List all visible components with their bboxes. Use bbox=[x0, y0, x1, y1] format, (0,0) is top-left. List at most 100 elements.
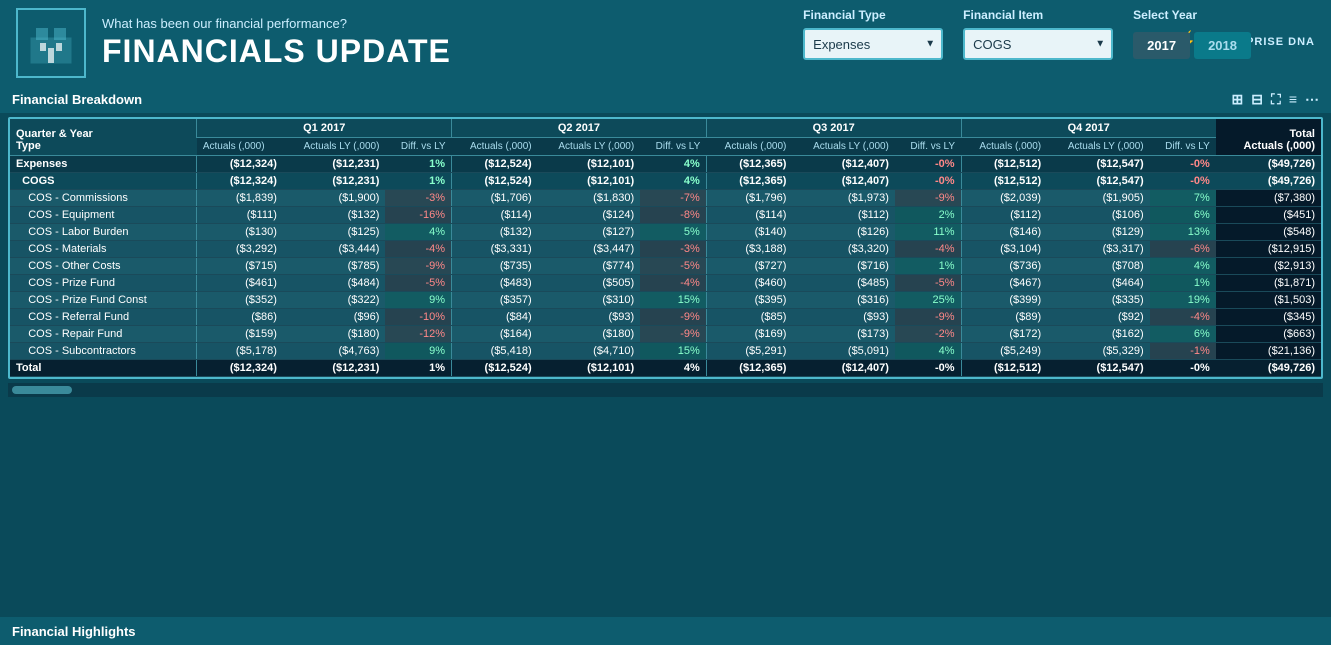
financial-breakdown-bar: Financial Breakdown ⊞ ⊟ ⛶ ≡ ⋯ bbox=[0, 85, 1331, 113]
q2-actuals-header: Actuals (,000) bbox=[452, 138, 538, 156]
table-row: Expenses($12,324)($12,231)1%($12,524)($1… bbox=[10, 156, 1321, 173]
q1-actuals-ly: ($3,444) bbox=[283, 241, 386, 258]
q1-diff: -5% bbox=[385, 275, 451, 292]
financial-item-label: Financial Item bbox=[963, 8, 1113, 22]
row-total: ($12,915) bbox=[1216, 241, 1321, 258]
q3-actuals: ($12,365) bbox=[706, 173, 792, 190]
q4-actuals-ly: ($12,547) bbox=[1047, 173, 1150, 190]
q3-actuals-ly: ($316) bbox=[792, 292, 895, 309]
q2-actuals: ($132) bbox=[452, 224, 538, 241]
year-2017-button[interactable]: 2017 bbox=[1133, 32, 1190, 59]
financial-item-select[interactable]: COGS bbox=[963, 28, 1113, 60]
year-select-group: Select Year 2017 2018 bbox=[1133, 8, 1251, 59]
q2-header: Q2 2017 bbox=[452, 119, 707, 138]
q1-actuals: ($86) bbox=[197, 309, 283, 326]
q3-actuals-ly: ($112) bbox=[792, 207, 895, 224]
q4-diff: -1% bbox=[1150, 343, 1216, 360]
expand-icon[interactable]: ⛶ bbox=[1271, 91, 1281, 108]
q1-actuals: ($715) bbox=[197, 258, 283, 275]
q1-diff: 1% bbox=[385, 360, 451, 377]
q2-actuals: ($12,524) bbox=[452, 360, 538, 377]
q4-actuals: ($736) bbox=[961, 258, 1047, 275]
row-label: COS - Commissions bbox=[10, 190, 197, 207]
row-total: ($2,913) bbox=[1216, 258, 1321, 275]
row-total: ($49,726) bbox=[1216, 360, 1321, 377]
q1-diff: -9% bbox=[385, 258, 451, 275]
q2-actuals: ($5,418) bbox=[452, 343, 538, 360]
financial-type-wrapper[interactable]: Expenses bbox=[803, 28, 943, 60]
scrollbar-area[interactable] bbox=[8, 383, 1323, 397]
q3-diff: -0% bbox=[895, 173, 961, 190]
scrollbar-track[interactable] bbox=[12, 386, 1319, 394]
q3-actuals-ly: ($12,407) bbox=[792, 173, 895, 190]
q1-diff: -3% bbox=[385, 190, 451, 207]
q1-actuals: ($111) bbox=[197, 207, 283, 224]
row-total: ($663) bbox=[1216, 326, 1321, 343]
q4-actuals: ($12,512) bbox=[961, 156, 1047, 173]
row-label: COS - Materials bbox=[10, 241, 197, 258]
q2-diff: 4% bbox=[640, 360, 706, 377]
q3-diff: -5% bbox=[895, 275, 961, 292]
q2-diff: -9% bbox=[640, 309, 706, 326]
q3-diff: 2% bbox=[895, 207, 961, 224]
financial-breakdown-title: Financial Breakdown bbox=[12, 92, 142, 107]
q4-diff: 4% bbox=[1150, 258, 1216, 275]
dots-icon[interactable]: ⋯ bbox=[1305, 91, 1319, 108]
q3-actuals-ly: ($5,091) bbox=[792, 343, 895, 360]
financial-item-group: Financial Item COGS bbox=[963, 8, 1113, 60]
q2-diff: -3% bbox=[640, 241, 706, 258]
q2-diff: 15% bbox=[640, 292, 706, 309]
menu-icon[interactable]: ≡ bbox=[1289, 91, 1297, 107]
q3-diff-header: Diff. vs LY bbox=[895, 138, 961, 156]
q4-diff: 6% bbox=[1150, 326, 1216, 343]
row-label: Total bbox=[10, 360, 197, 377]
q4-actuals: ($89) bbox=[961, 309, 1047, 326]
q3-actuals-ly: ($93) bbox=[792, 309, 895, 326]
year-2018-button[interactable]: 2018 bbox=[1194, 32, 1251, 59]
q3-actuals-ly: ($1,973) bbox=[792, 190, 895, 207]
q3-actuals-ly: ($173) bbox=[792, 326, 895, 343]
q1-actuals: ($12,324) bbox=[197, 360, 283, 377]
q4-diff: 13% bbox=[1150, 224, 1216, 241]
q1-diff: -12% bbox=[385, 326, 451, 343]
scrollbar-thumb[interactable] bbox=[12, 386, 72, 394]
q3-actuals-ly: ($485) bbox=[792, 275, 895, 292]
logo-box bbox=[16, 8, 86, 78]
q2-actuals-ly: ($4,710) bbox=[538, 343, 641, 360]
financial-table: Quarter & YearType Q1 2017 Q2 2017 Q3 20… bbox=[10, 119, 1321, 377]
zoom-in-icon[interactable]: ⊞ bbox=[1232, 91, 1244, 108]
q2-actuals-ly: ($127) bbox=[538, 224, 641, 241]
q1-actuals-ly: ($125) bbox=[283, 224, 386, 241]
q1-actuals: ($12,324) bbox=[197, 156, 283, 173]
q3-actuals-ly-header: Actuals LY (,000) bbox=[792, 138, 895, 156]
q3-actuals: ($727) bbox=[706, 258, 792, 275]
bar-icons: ⊞ ⊟ ⛶ ≡ ⋯ bbox=[1232, 91, 1319, 108]
financial-type-select[interactable]: Expenses bbox=[803, 28, 943, 60]
q3-actuals: ($85) bbox=[706, 309, 792, 326]
q2-actuals-ly: ($1,830) bbox=[538, 190, 641, 207]
zoom-out-icon[interactable]: ⊟ bbox=[1251, 91, 1263, 108]
table-row: COS - Equipment($111)($132)-16%($114)($1… bbox=[10, 207, 1321, 224]
table-row: COS - Prize Fund($461)($484)-5%($483)($5… bbox=[10, 275, 1321, 292]
table-row: COS - Repair Fund($159)($180)-12%($164)(… bbox=[10, 326, 1321, 343]
q4-diff: -0% bbox=[1150, 173, 1216, 190]
row-label: COS - Subcontractors bbox=[10, 343, 197, 360]
q4-actuals-ly: ($708) bbox=[1047, 258, 1150, 275]
table-body: Expenses($12,324)($12,231)1%($12,524)($1… bbox=[10, 156, 1321, 377]
q4-actuals-ly: ($129) bbox=[1047, 224, 1150, 241]
q1-diff: 1% bbox=[385, 173, 451, 190]
q1-diff-header: Diff. vs LY bbox=[385, 138, 451, 156]
q1-actuals-ly: ($180) bbox=[283, 326, 386, 343]
row-label: COS - Referral Fund bbox=[10, 309, 197, 326]
q3-diff: -0% bbox=[895, 156, 961, 173]
row-label-header: Quarter & YearType bbox=[10, 119, 197, 156]
controls-area: Financial Type Expenses Financial Item C… bbox=[803, 8, 1251, 60]
q4-diff: 1% bbox=[1150, 275, 1216, 292]
financial-item-wrapper[interactable]: COGS bbox=[963, 28, 1113, 60]
q1-actuals-ly: ($132) bbox=[283, 207, 386, 224]
row-total: ($21,136) bbox=[1216, 343, 1321, 360]
q3-diff: 1% bbox=[895, 258, 961, 275]
q4-diff: 19% bbox=[1150, 292, 1216, 309]
total-header: TotalActuals (,000) bbox=[1216, 119, 1321, 156]
q2-actuals-ly: ($310) bbox=[538, 292, 641, 309]
